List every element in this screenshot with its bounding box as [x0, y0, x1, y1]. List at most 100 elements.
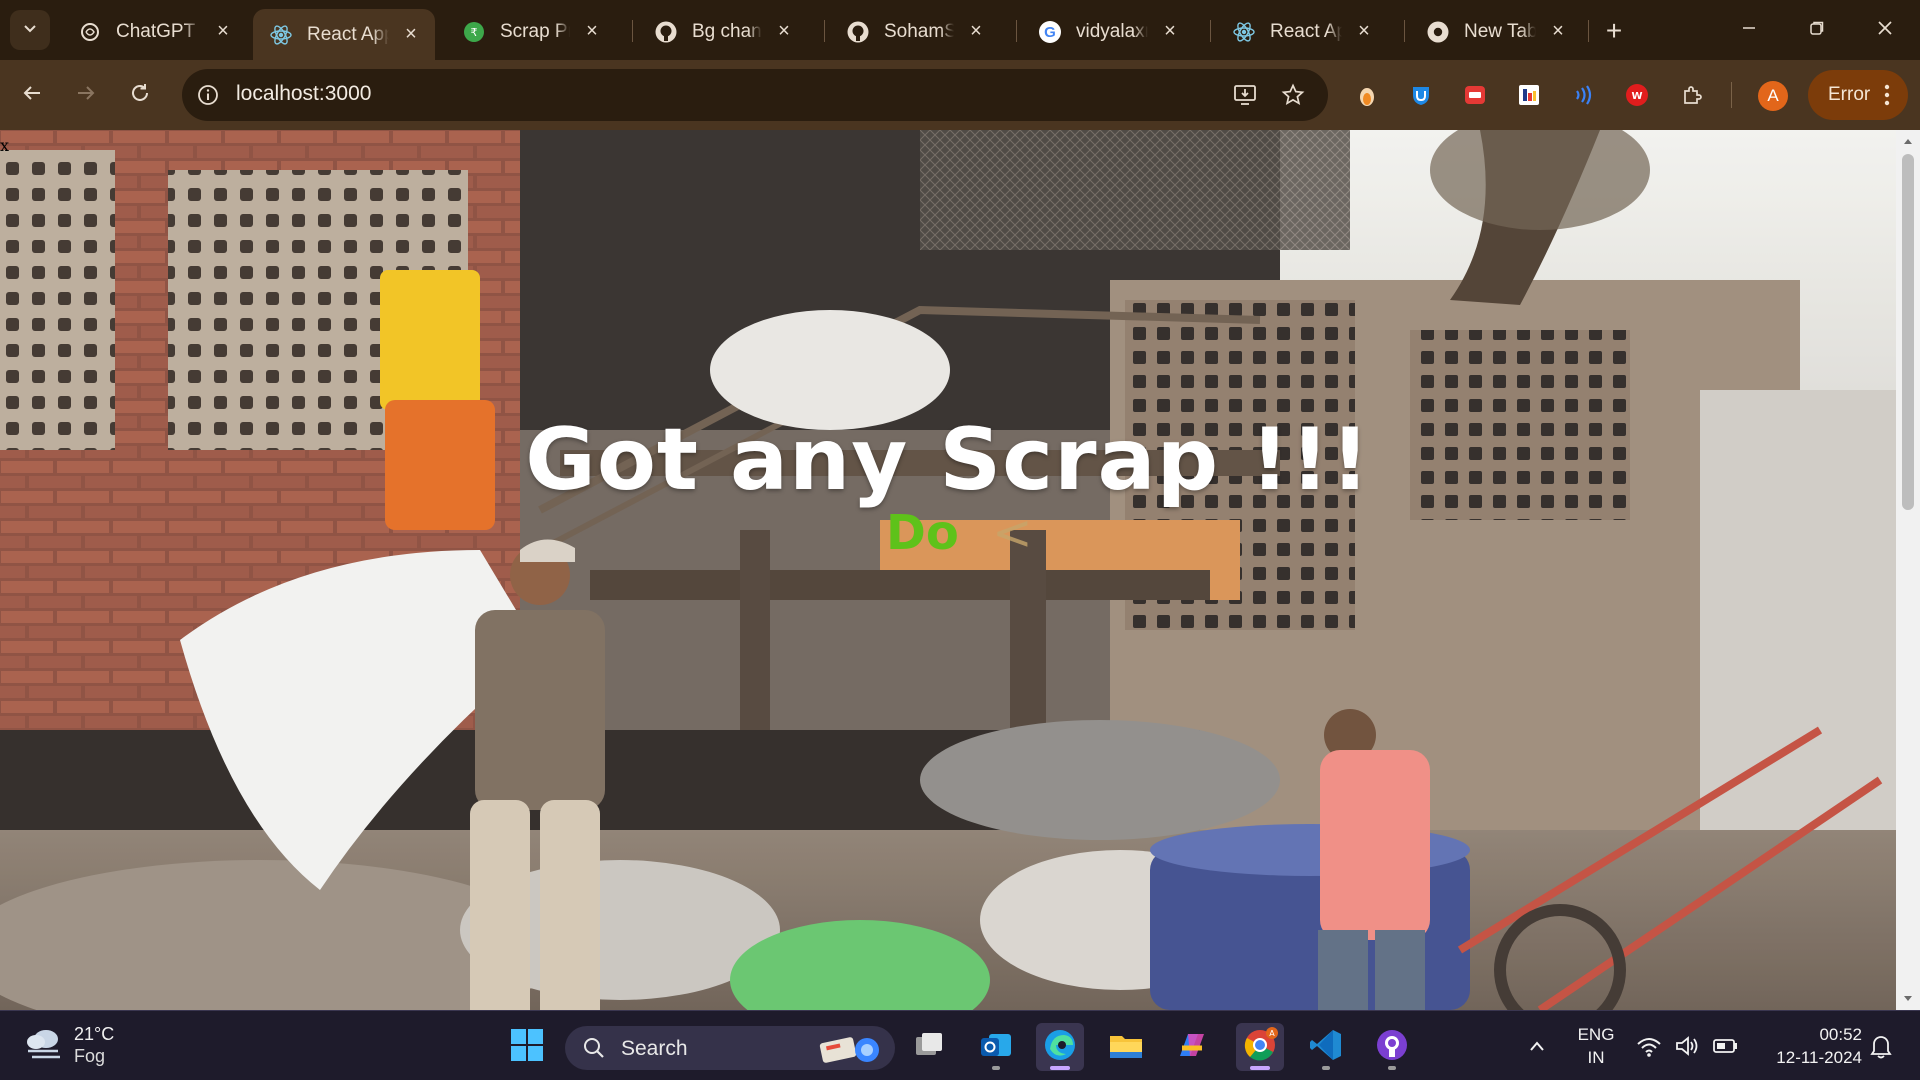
restore-icon: [1809, 20, 1825, 41]
volume-icon[interactable]: [1674, 1031, 1700, 1061]
reload-button[interactable]: [122, 77, 158, 113]
close-icon[interactable]: ×: [213, 20, 233, 42]
search-label: Search: [621, 1037, 688, 1060]
weather-widget[interactable]: 21°C Fog: [24, 1023, 114, 1067]
taskbar-chrome[interactable]: A: [1236, 1023, 1284, 1071]
running-indicator: [1050, 1066, 1070, 1070]
running-indicator: [1250, 1066, 1270, 1070]
clock-date: 12-11-2024: [1776, 1048, 1862, 1067]
close-icon[interactable]: ×: [401, 23, 421, 45]
typing-text: Do: [886, 505, 959, 561]
scroll-up-arrow-icon[interactable]: [1896, 132, 1920, 150]
svg-text:W: W: [1631, 91, 1642, 102]
back-button[interactable]: [14, 77, 50, 113]
tab-sohamsharma[interactable]: SohamSharma ×: [830, 11, 1000, 52]
tab-chatgpt[interactable]: ChatGPT ×: [62, 11, 247, 52]
scrapyard-photo: [0, 130, 1896, 1010]
taskbar-vscode[interactable]: [1302, 1023, 1350, 1071]
extension-ww-icon[interactable]: W: [1622, 80, 1652, 110]
tab-separator: [632, 20, 633, 42]
new-tab-button[interactable]: +: [1598, 15, 1630, 47]
tab-title: React App: [1270, 20, 1342, 42]
weather-condition: Fog: [74, 1046, 106, 1066]
extension-sound-icon[interactable]: [1568, 80, 1598, 110]
close-icon[interactable]: ×: [966, 20, 986, 42]
arrow-left-icon: [21, 82, 43, 109]
bookmark-star-icon[interactable]: [1280, 82, 1306, 108]
svg-text:₹: ₹: [471, 26, 478, 39]
extension-shield-icon[interactable]: [1406, 80, 1436, 110]
extension-video-icon[interactable]: [1460, 80, 1490, 110]
chrome-icon: A: [1241, 1026, 1279, 1069]
restore-button[interactable]: [1794, 10, 1840, 50]
fog-cloud-icon: [24, 1025, 64, 1066]
tab-scrap-price[interactable]: ₹ Scrap Price ×: [446, 11, 616, 52]
taskbar-task-view[interactable]: [906, 1023, 954, 1071]
notification-bell-icon[interactable]: [1868, 1031, 1894, 1061]
react-icon: [269, 23, 293, 47]
vertical-scrollbar[interactable]: [1896, 130, 1920, 1010]
svg-text:A: A: [1269, 1029, 1275, 1038]
outlook-icon: [979, 1030, 1013, 1065]
close-icon[interactable]: ×: [1548, 20, 1568, 42]
language-code: ENG: [1577, 1025, 1615, 1044]
windows-start-icon: [510, 1028, 544, 1067]
error-label: Error: [1828, 84, 1871, 105]
forward-button[interactable]: [68, 77, 104, 113]
tab-react-app-active[interactable]: React App ×: [253, 9, 435, 60]
file-explorer-icon: [1108, 1030, 1144, 1065]
minimize-button[interactable]: [1726, 10, 1772, 50]
taskbar-outlook[interactable]: [972, 1023, 1020, 1071]
chevron-down-icon: [22, 20, 38, 41]
start-button[interactable]: [503, 1023, 551, 1071]
taskbar-search-box[interactable]: Search: [565, 1026, 895, 1070]
tab-separator: [1016, 20, 1017, 42]
browser-toolbar: localhost:3000 W A Error: [0, 60, 1920, 130]
hero-title: Got any Scrap !!!: [525, 410, 1371, 510]
error-menu-button[interactable]: Error: [1808, 70, 1908, 120]
toolbar-separator: [1731, 82, 1732, 108]
github-icon: [846, 20, 870, 44]
input-language[interactable]: ENG IN: [1574, 1023, 1618, 1069]
taskbar-edge[interactable]: [1036, 1023, 1084, 1071]
tab-title: SohamSharma: [884, 20, 954, 42]
close-icon[interactable]: ×: [774, 20, 794, 42]
taskbar-github-desktop[interactable]: [1368, 1023, 1416, 1071]
taskbar-file-explorer[interactable]: [1102, 1023, 1150, 1071]
scroll-down-arrow-icon[interactable]: [1896, 990, 1920, 1008]
extensions-puzzle-icon[interactable]: [1678, 80, 1708, 110]
typing-caret: <: [992, 505, 1033, 561]
svg-text:G: G: [1044, 24, 1056, 41]
tab-new-tab[interactable]: New Tab ×: [1410, 11, 1582, 52]
close-icon[interactable]: ×: [582, 20, 602, 42]
tab-vidyalaxmi[interactable]: G vidyalaxmi ×: [1022, 11, 1194, 52]
close-window-button[interactable]: [1862, 10, 1908, 50]
react-icon: [1232, 20, 1256, 44]
tab-react-app[interactable]: React App ×: [1216, 11, 1388, 52]
profile-avatar[interactable]: A: [1758, 81, 1788, 111]
extension-flame-icon[interactable]: [1352, 80, 1382, 110]
show-hidden-icons-chevron-up-icon[interactable]: [1528, 1031, 1546, 1061]
plus-icon: +: [1605, 15, 1623, 46]
tab-bg-changer[interactable]: Bg changer ×: [638, 11, 808, 52]
close-icon[interactable]: ×: [1160, 20, 1180, 42]
taskbar-copilot[interactable]: [1168, 1023, 1216, 1071]
close-icon[interactable]: ×: [1354, 20, 1374, 42]
system-clock[interactable]: 00:52 12-11-2024: [1752, 1023, 1862, 1069]
windows-taskbar: 21°C Fog Search A ENG IN 00:52 12-11-202…: [0, 1010, 1920, 1080]
site-info-icon[interactable]: [196, 83, 220, 107]
wifi-icon[interactable]: [1636, 1031, 1662, 1061]
chrome-icon: [1426, 20, 1450, 44]
scrollbar-thumb[interactable]: [1902, 154, 1914, 510]
url-text[interactable]: localhost:3000: [236, 82, 371, 106]
extension-colorful-icon[interactable]: [1514, 80, 1544, 110]
address-bar[interactable]: localhost:3000: [182, 69, 1328, 121]
install-app-icon[interactable]: [1232, 82, 1258, 108]
battery-icon[interactable]: [1712, 1031, 1740, 1061]
tab-title: Bg changer: [692, 20, 762, 42]
tab-strip: ChatGPT × React App × ₹ Scrap Price × Bg…: [0, 0, 1920, 60]
avatar-initial: A: [1767, 86, 1779, 105]
tab-separator: [1404, 20, 1405, 42]
tab-title: Scrap Price: [500, 20, 570, 42]
tab-search-button[interactable]: [10, 10, 50, 50]
